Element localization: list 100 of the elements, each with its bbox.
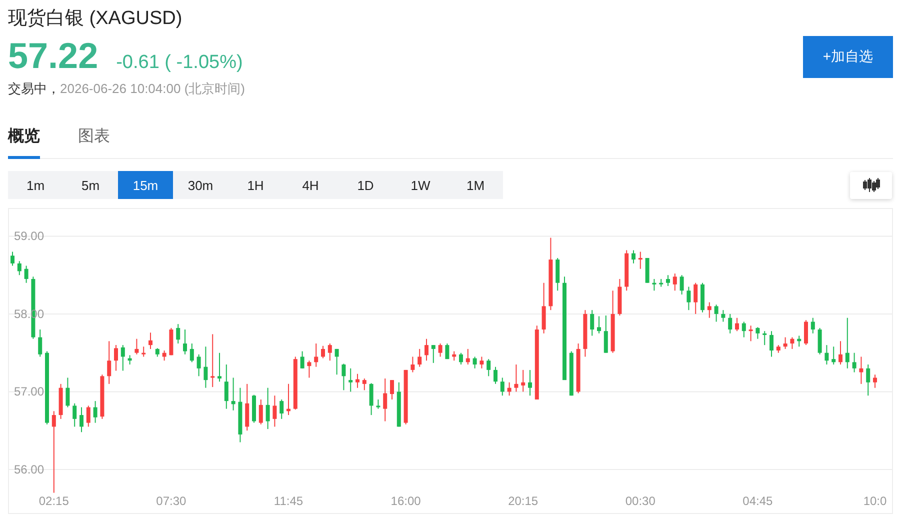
candle	[486, 358, 491, 377]
candle	[24, 265, 28, 284]
candle	[176, 324, 180, 344]
price-change: -0.61 ( -1.05%)	[116, 52, 243, 74]
candle	[183, 329, 187, 355]
candle	[694, 282, 698, 314]
candle	[362, 378, 366, 391]
candle	[321, 345, 325, 359]
candle	[569, 350, 574, 396]
x-axis-label: 16:00	[390, 494, 421, 508]
candle	[300, 350, 304, 369]
candle	[452, 350, 456, 362]
candle	[824, 344, 829, 365]
candle	[873, 374, 877, 388]
candle	[356, 373, 360, 388]
y-axis-label: 59.00	[14, 229, 44, 244]
candle	[514, 364, 518, 392]
candle	[576, 343, 580, 394]
candle	[632, 250, 636, 264]
candle	[238, 387, 242, 443]
candle	[748, 325, 753, 342]
candle	[652, 278, 656, 292]
candle	[852, 352, 856, 373]
candle	[804, 320, 808, 346]
candle	[645, 257, 650, 284]
candle	[838, 340, 842, 365]
candle	[438, 343, 442, 358]
candle	[659, 278, 664, 288]
chart-type-button[interactable]	[850, 172, 892, 198]
candle	[100, 374, 104, 420]
candle	[466, 348, 470, 365]
candle	[431, 344, 436, 364]
x-axis-label: 04:45	[742, 494, 773, 508]
instrument-title: 现货白银 (XAGUSD)	[8, 7, 184, 31]
candle	[66, 377, 70, 408]
candle	[480, 356, 484, 369]
candle	[721, 310, 726, 322]
candle	[80, 406, 84, 433]
candle	[500, 377, 504, 396]
candle	[770, 330, 774, 358]
candle	[293, 356, 298, 410]
candle	[383, 378, 388, 422]
candlestick-icon	[862, 177, 880, 193]
candle	[107, 340, 112, 384]
candle	[342, 363, 346, 391]
candle	[728, 313, 732, 334]
candle	[210, 334, 215, 388]
candle	[707, 302, 712, 318]
candle	[556, 257, 560, 292]
interval-button[interactable]: 15m	[118, 171, 173, 199]
candle	[672, 273, 677, 292]
tab[interactable]: 概览	[8, 122, 40, 159]
candle	[72, 402, 77, 428]
candle	[93, 400, 98, 424]
candle	[142, 346, 146, 358]
candle	[714, 304, 718, 322]
candle	[624, 250, 629, 292]
candle	[224, 364, 228, 410]
x-axis-label: 20:15	[508, 494, 538, 508]
candle	[797, 335, 802, 348]
candle	[735, 317, 739, 332]
candle	[218, 352, 222, 382]
candle	[280, 398, 284, 420]
candle	[521, 369, 526, 392]
x-axis-label: 00:30	[625, 494, 656, 508]
candle	[459, 352, 463, 365]
candle	[472, 356, 477, 369]
candle	[328, 343, 332, 362]
candle	[756, 326, 760, 340]
candle	[494, 366, 498, 384]
candle	[528, 369, 532, 396]
candle	[196, 354, 201, 377]
candle	[445, 343, 450, 360]
quote-time: 2026-06-26 10:04:00 (北京时间)	[60, 80, 245, 98]
candle	[680, 274, 684, 296]
candle	[58, 383, 63, 420]
candle	[162, 350, 166, 362]
candle	[686, 286, 691, 311]
candle	[169, 327, 174, 356]
y-axis-label: 57.00	[14, 384, 44, 399]
x-axis-label: 11:45	[274, 494, 304, 508]
candle	[610, 290, 615, 354]
candle	[286, 383, 290, 416]
candle	[128, 354, 132, 365]
candle	[38, 329, 42, 358]
candle	[396, 382, 401, 428]
candle	[307, 360, 312, 378]
y-axis-label: 56.00	[14, 462, 44, 476]
candle	[810, 317, 815, 334]
candle	[266, 387, 270, 430]
candle	[120, 344, 125, 372]
candle	[783, 336, 788, 350]
candle	[134, 338, 139, 355]
tab[interactable]: 图表	[78, 122, 110, 159]
candle	[410, 356, 415, 373]
candle	[204, 346, 208, 388]
candle	[334, 348, 339, 376]
add-watchlist-button[interactable]: +加自选	[803, 36, 893, 78]
candle	[776, 344, 780, 354]
candle	[859, 356, 864, 384]
